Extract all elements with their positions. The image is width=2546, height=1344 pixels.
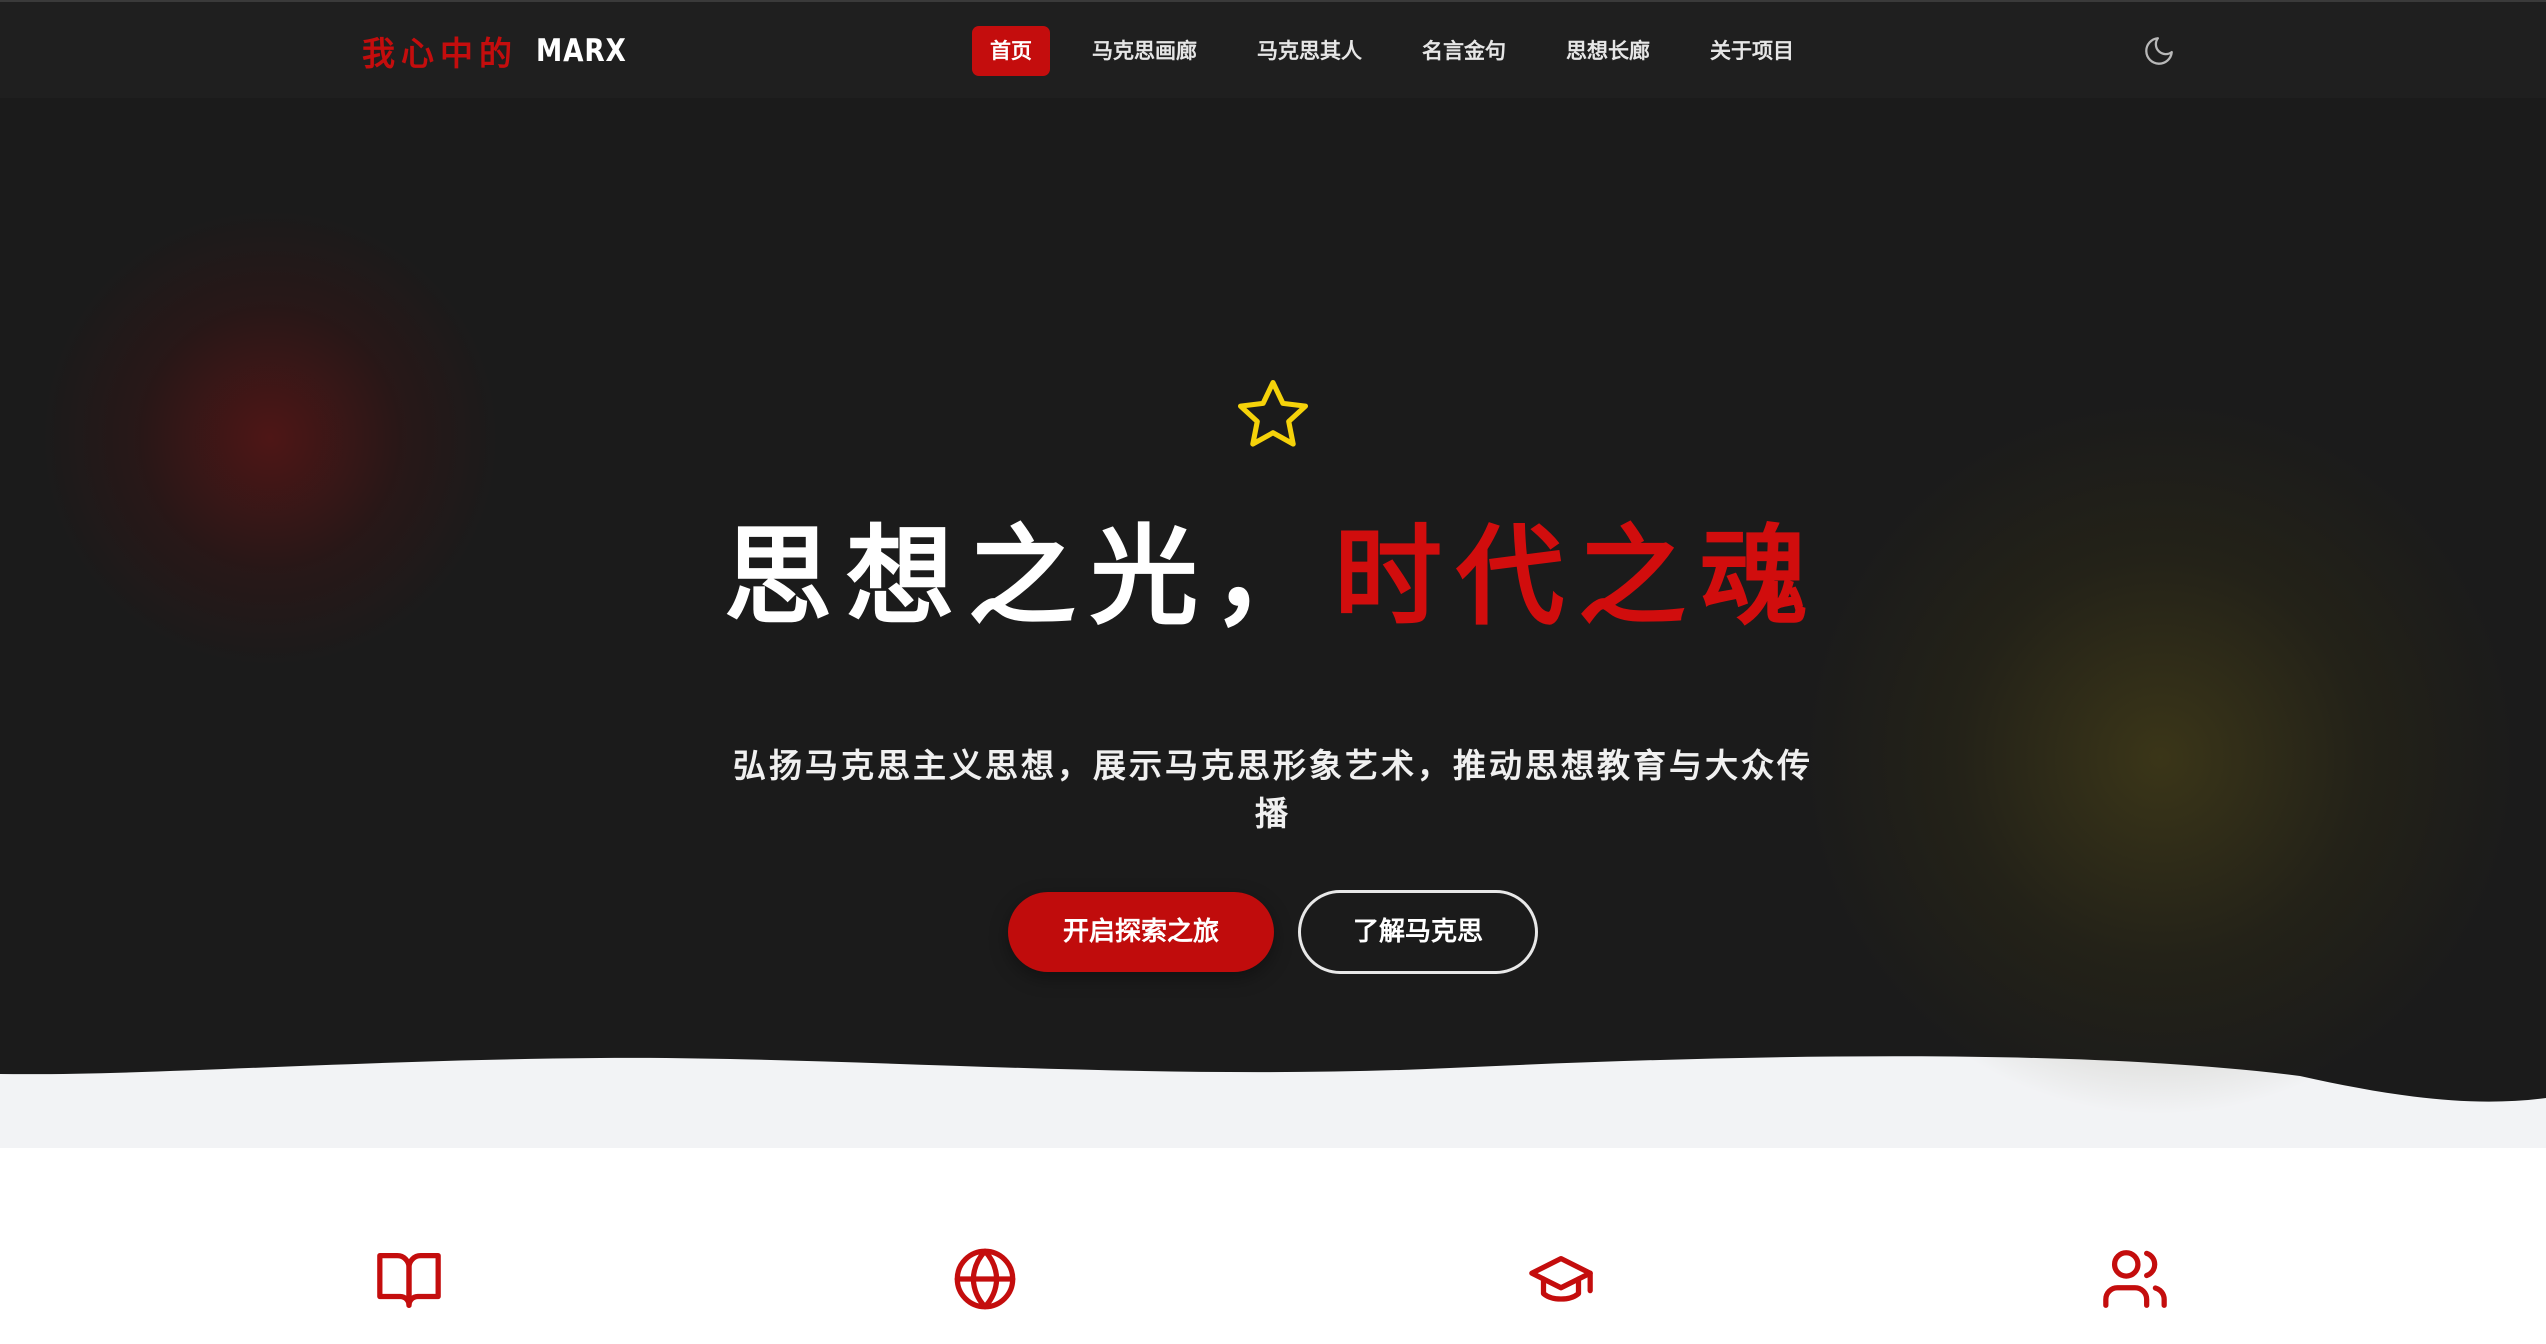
logo-english-text: MARX	[536, 33, 627, 69]
hero-subtitle: 弘扬马克思主义思想，展示马克思形象艺术，推动思想教育与大众传播	[733, 746, 1813, 833]
nav-item-quotes[interactable]: 名言金句	[1404, 26, 1524, 76]
site-logo[interactable]: 我心中的 MARX	[362, 24, 643, 78]
nav-item-home[interactable]: 首页	[972, 26, 1050, 76]
theme-toggle-button[interactable]	[2142, 34, 2176, 68]
hero-title-red: 时代之魂	[1334, 514, 1823, 640]
nav-item-gallery[interactable]: 马克思画廊	[1074, 26, 1215, 76]
nav-item-biography[interactable]: 马克思其人	[1239, 26, 1380, 76]
learn-about-marx-button[interactable]: 了解马克思	[1298, 890, 1538, 974]
hero-title-white: 思想之光，	[723, 514, 1334, 640]
moon-icon	[2145, 37, 2173, 65]
hero-section: 思想之光，时代之魂 弘扬马克思主义思想，展示马克思形象艺术，推动思想教育与大众传…	[0, 98, 2546, 1148]
top-navbar: 我心中的 MARX 首页 马克思画廊 马克思其人 名言金句 思想长廊 关于项目	[0, 0, 2546, 98]
main-nav: 首页 马克思画廊 马克思其人 名言金句 思想长廊 关于项目	[972, 26, 1836, 76]
hero-title: 思想之光，时代之魂	[0, 490, 2546, 646]
users-icon	[2103, 1250, 2167, 1308]
book-open-icon	[377, 1253, 441, 1308]
nav-item-about[interactable]: 关于项目	[1692, 26, 1812, 76]
start-exploring-button[interactable]: 开启探索之旅	[1008, 892, 1274, 972]
nav-item-thought-gallery[interactable]: 思想长廊	[1548, 26, 1668, 76]
features-section	[0, 1148, 2546, 1344]
star-icon	[1237, 379, 1309, 447]
globe-icon	[954, 1248, 1016, 1310]
logo-chinese-text: 我心中的	[362, 34, 518, 73]
graduation-cap-icon	[1529, 1255, 1593, 1302]
